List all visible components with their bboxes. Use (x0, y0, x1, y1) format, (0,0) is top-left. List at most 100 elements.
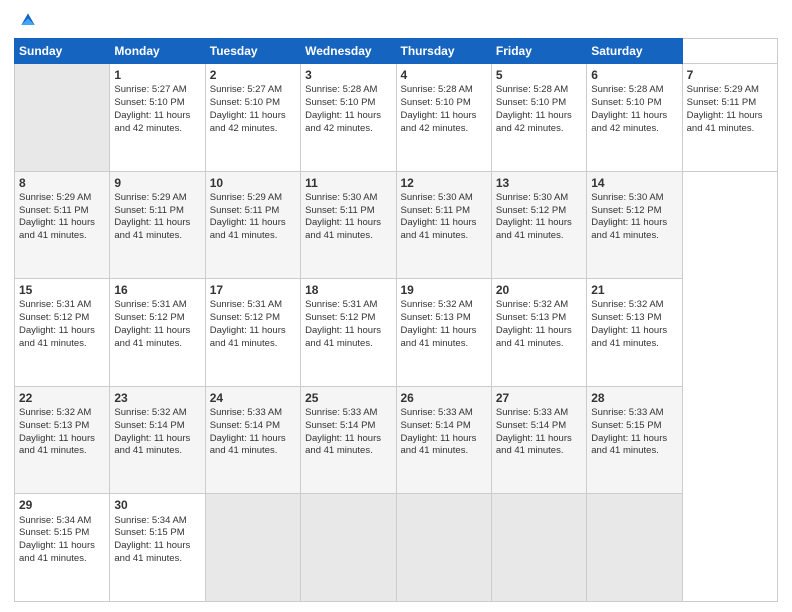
daylight-label: Daylight: 11 hours and 41 minutes. (210, 433, 286, 457)
table-row: 21Sunrise: 5:32 AMSunset: 5:13 PMDayligh… (587, 279, 682, 387)
daylight-label: Daylight: 11 hours and 41 minutes. (401, 217, 477, 241)
day-number: 7 (687, 67, 773, 83)
table-row: 25Sunrise: 5:33 AMSunset: 5:14 PMDayligh… (301, 386, 396, 494)
sunset-label: Sunset: 5:10 PM (401, 97, 471, 108)
table-row: 5Sunrise: 5:28 AM Sunset: 5:10 PM Daylight… (491, 64, 586, 172)
sunset-label: Sunset: 5:12 PM (305, 312, 375, 323)
sunset-label: Sunset: 5:14 PM (401, 420, 471, 431)
daylight-label: Daylight: 11 hours and 41 minutes. (591, 217, 667, 241)
daylight-label: Daylight: 11 hours and 41 minutes. (114, 325, 190, 349)
sunset-label: Sunset: 5:10 PM (305, 97, 375, 108)
sunset-label: Sunset: 5:12 PM (496, 205, 566, 216)
calendar-week-2: 8Sunrise: 5:29 AMSunset: 5:11 PMDaylight… (15, 171, 778, 279)
table-row: 19Sunrise: 5:32 AMSunset: 5:13 PMDayligh… (396, 279, 491, 387)
daylight-label: Daylight: 11 hours and 41 minutes. (114, 540, 190, 564)
sunrise-label: Sunrise: 5:33 AM (305, 407, 377, 418)
daylight-label: Daylight: 11 hours and 41 minutes. (496, 433, 572, 457)
sunset-label: Sunset: 5:10 PM (591, 97, 661, 108)
day-number: 22 (19, 390, 105, 406)
day-number: 20 (496, 282, 582, 298)
day-number: 13 (496, 175, 582, 191)
sunset-label: Sunset: 5:14 PM (114, 420, 184, 431)
day-number: 2 (210, 67, 296, 83)
table-row: 15Sunrise: 5:31 AMSunset: 5:12 PMDayligh… (15, 279, 110, 387)
table-row (491, 494, 586, 602)
day-number: 23 (114, 390, 200, 406)
sunset-label: Sunset: 5:14 PM (210, 420, 280, 431)
day-number: 16 (114, 282, 200, 298)
daylight-label: Daylight: 11 hours and 41 minutes. (19, 325, 95, 349)
sunrise-label: Sunrise: 5:33 AM (210, 407, 282, 418)
sunset-label: Sunset: 5:11 PM (305, 205, 375, 216)
table-row: 24Sunrise: 5:33 AMSunset: 5:14 PMDayligh… (205, 386, 300, 494)
sunrise-label: Sunrise: 5:30 AM (591, 192, 663, 203)
empty-cell (15, 64, 110, 172)
day-number: 5 (496, 67, 582, 83)
day-number: 3 (305, 67, 391, 83)
day-header-saturday: Saturday (587, 39, 682, 64)
daylight-label: Daylight: 11 hours and 41 minutes. (496, 325, 572, 349)
daylight-label: Daylight: 11 hours and 42 minutes. (401, 110, 477, 134)
sunrise-label: Sunrise: 5:30 AM (496, 192, 568, 203)
daylight-label: Daylight: 11 hours and 41 minutes. (496, 217, 572, 241)
day-number: 1 (114, 67, 200, 83)
sunset-label: Sunset: 5:11 PM (19, 205, 89, 216)
daylight-label: Daylight: 11 hours and 42 minutes. (210, 110, 286, 134)
table-row: 30Sunrise: 5:34 AMSunset: 5:15 PMDayligh… (110, 494, 205, 602)
day-number: 15 (19, 282, 105, 298)
daylight-label: Daylight: 11 hours and 41 minutes. (114, 217, 190, 241)
sunset-label: Sunset: 5:11 PM (210, 205, 280, 216)
daylight-label: Daylight: 11 hours and 41 minutes. (401, 325, 477, 349)
sunset-label: Sunset: 5:12 PM (591, 205, 661, 216)
daylight-label: Daylight: 11 hours and 41 minutes. (305, 325, 381, 349)
sunrise-label: Sunrise: 5:27 AM (210, 84, 282, 95)
day-header-tuesday: Tuesday (205, 39, 300, 64)
sunset-label: Sunset: 5:10 PM (496, 97, 566, 108)
daylight-label: Daylight: 11 hours and 41 minutes. (401, 433, 477, 457)
table-row: 6Sunrise: 5:28 AMSunset: 5:10 PMDaylight… (587, 64, 682, 172)
day-header-monday: Monday (110, 39, 205, 64)
table-row: 3Sunrise: 5:28 AMSunset: 5:10 PMDaylight… (301, 64, 396, 172)
sunrise-label: Sunrise: 5:33 AM (591, 407, 663, 418)
header (14, 10, 778, 30)
day-number: 14 (591, 175, 677, 191)
table-row: 16Sunrise: 5:31 AMSunset: 5:12 PMDayligh… (110, 279, 205, 387)
sunset-label: Sunset: 5:10 PM (114, 97, 184, 108)
daylight-label: Daylight: 11 hours and 42 minutes. (496, 110, 572, 134)
sunrise-label: Sunrise: 5:28 AM (401, 84, 473, 95)
table-row: 14Sunrise: 5:30 AM Sunset: 5:12 PMDayligh… (587, 171, 682, 279)
day-header-friday: Friday (491, 39, 586, 64)
sunrise-label: Sunrise: 5:27 AM (114, 84, 186, 95)
calendar-week-4: 22Sunrise: 5:32 AMSunset: 5:13 PMDayligh… (15, 386, 778, 494)
sunrise-label: Sunrise: 5:28 AM (496, 84, 568, 95)
table-row: 2Sunrise: 5:27 AMSunset: 5:10 PMDaylight… (205, 64, 300, 172)
day-header-sunday: Sunday (15, 39, 110, 64)
table-row (301, 494, 396, 602)
day-number: 25 (305, 390, 391, 406)
daylight-label: Daylight: 11 hours and 41 minutes. (305, 217, 381, 241)
table-row: 8Sunrise: 5:29 AMSunset: 5:11 PMDaylight… (15, 171, 110, 279)
daylight-label: Daylight: 11 hours and 42 minutes. (591, 110, 667, 134)
sunset-label: Sunset: 5:13 PM (591, 312, 661, 323)
sunrise-label: Sunrise: 5:32 AM (114, 407, 186, 418)
day-number: 4 (401, 67, 487, 83)
sunset-label: Sunset: 5:15 PM (591, 420, 661, 431)
table-row: 13Sunrise: 5:30 AM Sunset: 5:12 PMDayligh… (491, 171, 586, 279)
day-number: 8 (19, 175, 105, 191)
daylight-label: Daylight: 11 hours and 41 minutes. (19, 433, 95, 457)
calendar-week-1: 1Sunrise: 5:27 AMSunset: 5:10 PMDaylight… (15, 64, 778, 172)
sunrise-label: Sunrise: 5:31 AM (114, 299, 186, 310)
table-row: 9Sunrise: 5:29 AMSunset: 5:11 PMDaylight… (110, 171, 205, 279)
sunrise-label: Sunrise: 5:30 AM (305, 192, 377, 203)
logo (14, 10, 38, 30)
day-number: 26 (401, 390, 487, 406)
day-header-wednesday: Wednesday (301, 39, 396, 64)
sunrise-label: Sunrise: 5:32 AM (496, 299, 568, 310)
day-number: 10 (210, 175, 296, 191)
sunset-label: Sunset: 5:13 PM (496, 312, 566, 323)
page: SundayMondayTuesdayWednesdayThursdayFrid… (0, 0, 792, 612)
daylight-label: Daylight: 11 hours and 41 minutes. (591, 325, 667, 349)
daylight-label: Daylight: 11 hours and 41 minutes. (591, 433, 667, 457)
daylight-label: Daylight: 11 hours and 41 minutes. (19, 217, 95, 241)
sunrise-label: Sunrise: 5:29 AM (687, 84, 759, 95)
